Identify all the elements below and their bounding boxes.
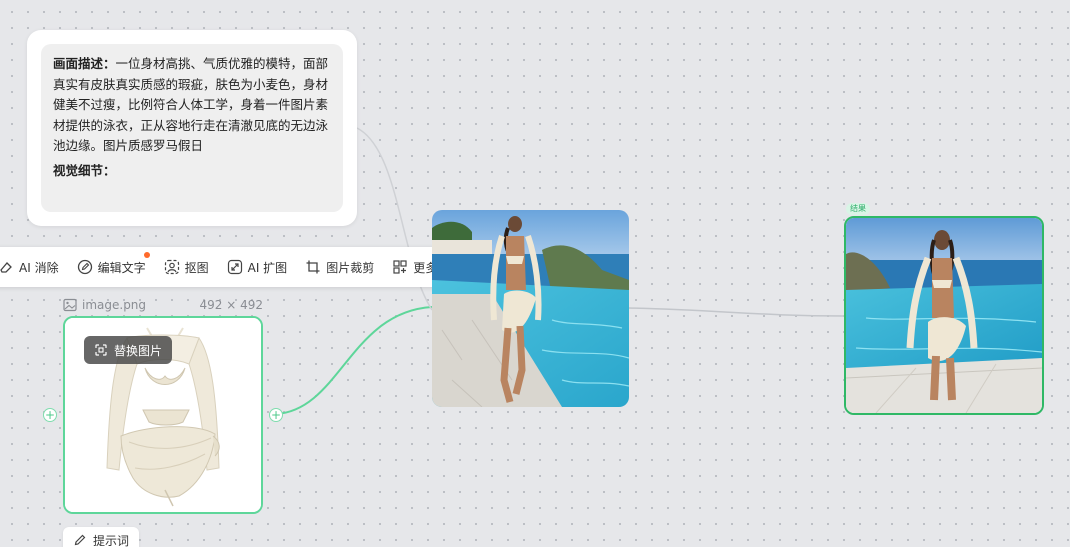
toolbar-crop-button[interactable]: 图片裁剪 [305, 259, 374, 276]
crop-icon [305, 259, 321, 275]
generated-image-node[interactable] [432, 210, 629, 407]
eraser-icon [0, 259, 14, 275]
add-output-handle[interactable]: + [269, 408, 283, 422]
connector-source-to-generated [275, 306, 433, 415]
visual-detail-label: 视觉细节： [53, 162, 116, 178]
prompt-chip[interactable]: 提示词 [63, 527, 140, 547]
model-poolside-image [432, 210, 629, 407]
expand-icon [227, 259, 243, 275]
add-input-handle[interactable]: + [43, 408, 57, 422]
more-grid-icon [392, 259, 408, 275]
plus-icon: + [270, 408, 282, 422]
cutout-icon [164, 259, 180, 275]
toolbar-ai-erase-button[interactable]: AI 消除 [0, 259, 59, 276]
image-file-icon [63, 298, 77, 312]
new-badge [143, 251, 150, 258]
toolbar-ai-erase-label: AI 消除 [19, 260, 59, 275]
replace-icon [94, 343, 108, 357]
toolbar-edit-text-label: 编辑文字 [97, 260, 146, 275]
plus-icon: + [44, 408, 56, 422]
toolbar-ai-expand-button[interactable]: AI 扩图 [227, 259, 288, 276]
connector-generated-to-result [628, 307, 845, 317]
edit-text-icon [77, 259, 93, 275]
image-file-header: image.png 492 × 492 [63, 297, 263, 313]
description-text-box[interactable]: 画面描述：一位身材高挑、气质优雅的模特，面部真实有皮肤真实质感的瑕疵，肤色为小麦… [41, 44, 343, 212]
image-filename: image.png [82, 298, 147, 312]
toolbar-cutout-button[interactable]: 抠图 [164, 259, 209, 276]
image-dimensions: 492 × 492 [199, 298, 264, 312]
result-tag: 结果 [846, 203, 870, 215]
toolbar-cutout-label: 抠图 [184, 260, 209, 275]
source-image-node[interactable]: 替换图片 [63, 316, 263, 514]
prompt-chip-label: 提示词 [93, 533, 130, 547]
pencil-icon [73, 533, 87, 547]
replace-image-label: 替换图片 [114, 343, 163, 358]
result-image-node[interactable] [844, 216, 1044, 415]
description-card[interactable]: 画面描述：一位身材高挑、气质优雅的模特，面部真实有皮肤真实质感的瑕疵，肤色为小麦… [27, 30, 357, 226]
description-label: 画面描述： [53, 56, 116, 71]
toolbar-ai-expand-label: AI 扩图 [247, 260, 288, 275]
result-model-image [846, 218, 1042, 413]
replace-image-button[interactable]: 替换图片 [84, 336, 173, 364]
toolbar-crop-label: 图片裁剪 [326, 260, 375, 275]
toolbar-edit-text-button[interactable]: 编辑文字 [77, 251, 150, 276]
